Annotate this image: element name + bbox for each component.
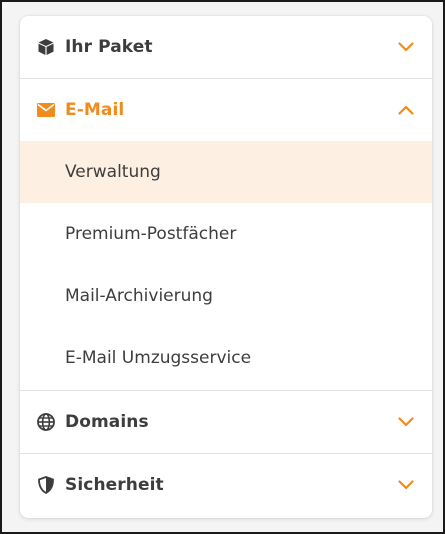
shield-icon (36, 475, 56, 495)
window-frame: Ihr Paket E-Mail Verwaltung Premium-Post (0, 0, 445, 534)
submenu-item-label: E-Mail Umzugsservice (65, 348, 252, 368)
envelope-icon (36, 100, 56, 120)
submenu-item-premium-postfaecher[interactable]: Premium-Postfächer (20, 203, 432, 265)
chevron-down-icon (396, 475, 416, 495)
chevron-down-icon (396, 37, 416, 57)
chevron-up-icon (396, 100, 416, 120)
section-sicherheit[interactable]: Sicherheit (20, 454, 432, 516)
submenu-item-label: Mail-Archivierung (65, 286, 213, 306)
submenu-item-e-mail-umzugsservice[interactable]: E-Mail Umzugsservice (20, 327, 432, 389)
navigation-menu: Ihr Paket E-Mail Verwaltung Premium-Post (20, 16, 432, 518)
chevron-down-icon (396, 412, 416, 432)
section-label: Ihr Paket (65, 37, 153, 57)
submenu-item-mail-archivierung[interactable]: Mail-Archivierung (20, 265, 432, 327)
section-label: Sicherheit (65, 475, 164, 495)
submenu-item-label: Premium-Postfächer (65, 224, 237, 244)
submenu-item-label: Verwaltung (65, 162, 161, 182)
submenu-item-verwaltung[interactable]: Verwaltung (20, 141, 432, 203)
globe-icon (36, 412, 56, 432)
section-label: Domains (65, 412, 149, 432)
package-icon (36, 37, 56, 57)
section-domains[interactable]: Domains (20, 391, 432, 453)
section-e-mail[interactable]: E-Mail (20, 79, 432, 141)
section-ihr-paket[interactable]: Ihr Paket (20, 16, 432, 78)
section-label: E-Mail (65, 100, 125, 120)
